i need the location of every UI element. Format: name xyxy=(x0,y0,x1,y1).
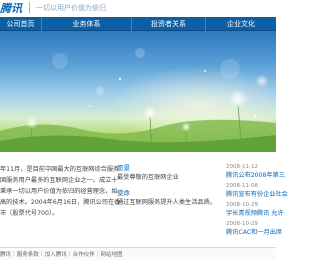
news-title-link[interactable]: 腾讯公布2008年第三 xyxy=(226,171,286,180)
news-date: 2008-11-08 xyxy=(226,183,258,189)
site-header: 腾讯 一切以用户价值为依归 xyxy=(0,0,276,17)
news-date: 2008-10-29 xyxy=(226,202,258,208)
tencent-logo[interactable]: 腾讯 xyxy=(0,0,22,16)
news-title-link[interactable]: 腾讯宣布有份企业社会 xyxy=(226,190,288,199)
footer-link-join[interactable]: 加入腾讯 xyxy=(45,250,67,258)
news-item[interactable]: 2008-11-08 腾讯宣布有份企业社会 xyxy=(226,183,288,199)
nav-item-home[interactable]: 公司首页 xyxy=(0,17,42,31)
vision-label: 愿景 xyxy=(117,164,130,172)
news-date: 2008-10-29 xyxy=(226,221,258,227)
company-intro: 年11月，是目前中国最大的互联网综合服务 国服务用户最多的互联网企业之一。成立十… xyxy=(0,164,121,219)
intro-line: 市（股票代号700）。 xyxy=(0,210,59,217)
news-item[interactable]: 2008-10-29 腾讯CAC和一月出席 xyxy=(226,221,286,237)
news-list: 2008-11-12 腾讯公布2008年第三 2008-11-08 腾讯宣布有份… xyxy=(226,164,288,240)
main-nav: 公司首页 业务体系 投资者关系 企业文化 xyxy=(0,17,276,31)
logo-divider xyxy=(29,2,30,13)
footer-link-sitemap[interactable]: 网站地图 xyxy=(101,250,123,258)
footer-link-partners[interactable]: 合作伙伴 xyxy=(73,250,95,258)
vision-mission: 愿景 最受尊敬的互联网企业 使命 通过互联网服务提升人类生活品质。 xyxy=(117,164,217,214)
intro-line: 秉承一切以用户价值为依归的经营理念，始 xyxy=(0,188,118,195)
footer-link-tencent[interactable]: 腾讯 xyxy=(0,250,11,258)
dandelion-scene-illustration xyxy=(0,48,276,152)
site-footer: 腾讯 | 服务条款 | 加入腾讯 | 合作伙伴 | 网站地图 xyxy=(0,247,276,260)
slogan: 一切以用户价值为依归 xyxy=(36,4,106,12)
news-title-link[interactable]: 宇长青视频腾讯 允许 xyxy=(226,209,286,218)
footer-separator: | xyxy=(13,251,15,257)
news-item[interactable]: 2008-11-12 腾讯公布2008年第三 xyxy=(226,164,286,180)
footer-link-terms[interactable]: 服务条款 xyxy=(17,250,39,258)
content-area: 年11月，是目前中国最大的互联网综合服务 国服务用户最多的互联网企业之一。成立十… xyxy=(0,152,288,246)
news-item[interactable]: 2008-10-29 宇长青视频腾讯 允许 xyxy=(226,202,286,218)
news-title-link[interactable]: 腾讯CAC和一月出席 xyxy=(226,228,286,237)
vision-text: 最受尊敬的互联网企业 xyxy=(117,174,179,181)
hero-banner xyxy=(0,31,276,152)
nav-item-investors[interactable]: 投资者关系 xyxy=(132,17,206,31)
footer-separator: | xyxy=(40,251,43,257)
nav-item-business[interactable]: 业务体系 xyxy=(42,17,132,31)
intro-line: 高的技术。2004年6月16日，腾讯公司在香 xyxy=(0,199,121,206)
mission-text: 通过互联网服务提升人类生活品质。 xyxy=(117,199,216,206)
footer-separator: | xyxy=(96,251,99,257)
mission-label: 使命 xyxy=(117,189,130,197)
intro-line: 年11月，是目前中国最大的互联网综合服务 xyxy=(0,166,120,173)
nav-item-culture[interactable]: 企业文化 xyxy=(206,17,276,31)
footer-separator: | xyxy=(68,251,71,257)
intro-line: 国服务用户最多的互联网企业之一。成立十 xyxy=(0,177,118,184)
news-date: 2008-11-12 xyxy=(226,164,258,170)
